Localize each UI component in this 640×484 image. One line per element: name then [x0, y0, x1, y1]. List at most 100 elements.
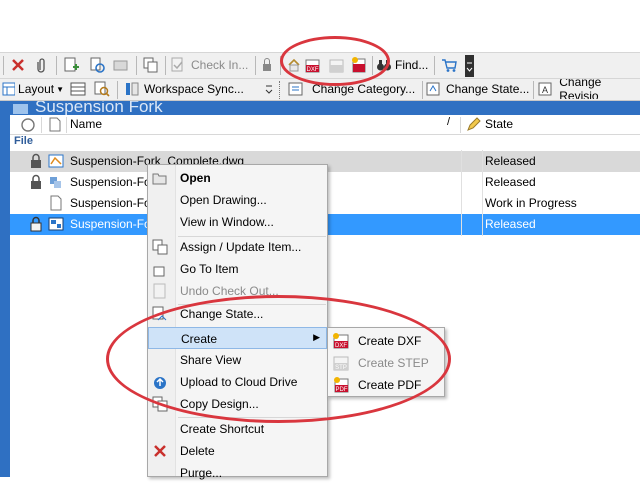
svg-text:PDF: PDF	[336, 387, 348, 393]
cloud-upload-icon	[154, 377, 166, 389]
column-header-row: Name / State	[10, 115, 640, 135]
dxf-file-icon: DXF	[333, 333, 349, 349]
update-properties-button[interactable]	[284, 55, 304, 75]
folder-move-icon	[113, 60, 128, 71]
menu-item-delete[interactable]: Delete	[148, 440, 327, 462]
change-category-button[interactable]: Change Category...	[288, 79, 420, 99]
lock-icon	[31, 153, 41, 168]
move-toolbar-button[interactable]	[110, 55, 132, 75]
file-group-label: File	[14, 135, 33, 147]
state-column-header[interactable]: State	[485, 117, 513, 131]
submenu-item-create-step[interactable]: STP Create STEP	[328, 352, 444, 374]
drawing-file-icon	[48, 217, 64, 231]
menu-item-label: Share View	[180, 353, 242, 367]
folder-icon	[13, 104, 28, 114]
toolbar2-chevron-button[interactable]	[264, 79, 274, 99]
cart-icon	[442, 59, 457, 72]
menu-item-purge[interactable]: Purge...	[148, 462, 327, 484]
toolbar-overflow-button[interactable]	[258, 55, 276, 75]
go-to-item-icon	[153, 266, 165, 277]
menu-item-open-drawing[interactable]: Open Drawing...	[148, 189, 327, 211]
toolbar-main: Check In... DXF Find...	[0, 52, 640, 79]
create-dxf-toolbar-button[interactable]: DXF	[303, 55, 323, 75]
menu-item-copy-design[interactable]: Copy Design...	[148, 393, 327, 415]
row-state: Released	[485, 217, 536, 231]
lock-icon	[31, 174, 41, 189]
step-file-icon	[329, 59, 344, 73]
find-label: Find...	[395, 58, 429, 72]
copy-documents-icon	[143, 57, 158, 73]
delete-toolbar-button[interactable]	[8, 55, 28, 75]
change-state-icon	[152, 306, 167, 321]
menu-item-go-to-item[interactable]: Go To Item	[148, 258, 327, 280]
lock-icon	[263, 58, 271, 71]
window-top-area	[0, 0, 640, 52]
create-step-toolbar-button[interactable]	[327, 55, 347, 75]
row-name: Suspension-Fo	[70, 175, 151, 189]
menu-item-label: Assign / Update Item...	[180, 240, 302, 254]
new-file-toolbar-button[interactable]	[60, 55, 82, 75]
file-type-column-icon[interactable]	[48, 117, 62, 133]
step-file-icon: STP	[333, 356, 349, 371]
layout-dropdown[interactable]: Layout ▼	[2, 79, 64, 99]
copy-design-icon	[152, 396, 168, 412]
menu-item-change-state[interactable]: Change State...	[148, 303, 327, 325]
check-in-label: Check In...	[191, 58, 249, 72]
menu-item-label: Open Drawing...	[180, 193, 267, 207]
cart-toolbar-button[interactable]	[438, 55, 460, 75]
red-x-icon	[12, 59, 24, 71]
change-revision-label: Change Revisio	[559, 79, 602, 99]
layout-icon	[2, 82, 16, 96]
navigation-pane-edge	[0, 101, 10, 477]
drawing-file-icon	[48, 154, 64, 168]
check-in-button[interactable]: Check In...	[170, 55, 250, 75]
menu-item-label: Delete	[180, 444, 215, 458]
refresh-document-icon	[90, 57, 105, 73]
attach-toolbar-button[interactable]	[32, 55, 52, 75]
create-pdf-toolbar-button[interactable]	[349, 55, 369, 75]
pdf-file-icon	[352, 57, 366, 73]
get-latest-toolbar-button[interactable]	[86, 55, 108, 75]
workspace-sync-icon	[126, 82, 139, 96]
toolbar-grip	[3, 56, 4, 75]
preview-toggle-button[interactable]	[92, 79, 112, 99]
dxf-file-icon: DXF	[305, 59, 320, 73]
folder-title: Suspension Fork	[35, 101, 163, 115]
submenu-item-create-pdf[interactable]: PDF Create PDF	[328, 374, 444, 396]
submenu-arrow-icon: ▶	[313, 332, 320, 342]
menu-item-open[interactable]: Open	[148, 167, 327, 189]
menu-item-label: Open	[180, 171, 211, 185]
find-button[interactable]: Find...	[376, 55, 432, 75]
row-name: Suspension-Fo	[70, 196, 151, 210]
magnify-doc-icon	[94, 81, 110, 97]
properties-update-icon	[288, 58, 300, 72]
menu-item-undo-checkout[interactable]: Undo Check Out...	[148, 280, 327, 302]
menu-item-create-shortcut[interactable]: Create Shortcut	[148, 418, 327, 440]
menu-item-label: Copy Design...	[180, 397, 259, 411]
chevron-down-icon	[265, 85, 273, 94]
name-column-header[interactable]: Name	[70, 117, 102, 131]
menu-item-share-view[interactable]: Share View	[148, 349, 327, 371]
menu-item-label: Create DXF	[358, 334, 422, 348]
category-icon	[288, 82, 303, 96]
menu-item-label: Change State...	[180, 307, 264, 321]
view-toggle-button[interactable]	[68, 79, 88, 99]
menu-item-view-in-window[interactable]: View in Window...	[148, 211, 327, 233]
undo-checkout-icon	[153, 283, 166, 299]
toolbar-chevron-button[interactable]	[465, 55, 474, 77]
assign-item-icon	[152, 239, 168, 255]
menu-item-assign-update[interactable]: Assign / Update Item...	[148, 236, 327, 258]
svg-text:DXF: DXF	[307, 67, 319, 73]
assembly-file-icon	[50, 177, 61, 188]
table-view-icon	[70, 82, 86, 96]
menu-item-label: Create STEP	[358, 356, 429, 370]
svg-text:STP: STP	[335, 365, 347, 371]
change-state-toolbar-button[interactable]: Change State...	[426, 79, 530, 99]
status-column-icon[interactable]	[20, 117, 36, 133]
copy-toolbar-button[interactable]	[140, 55, 162, 75]
menu-item-create[interactable]: Create ▶	[148, 327, 327, 349]
menu-item-upload-cloud[interactable]: Upload to Cloud Drive	[148, 371, 327, 393]
submenu-item-create-dxf[interactable]: DXF Create DXF	[328, 330, 444, 352]
workspace-sync-button[interactable]: Workspace Sync...	[124, 79, 262, 99]
change-revision-button[interactable]: A Change Revisio	[538, 79, 640, 99]
